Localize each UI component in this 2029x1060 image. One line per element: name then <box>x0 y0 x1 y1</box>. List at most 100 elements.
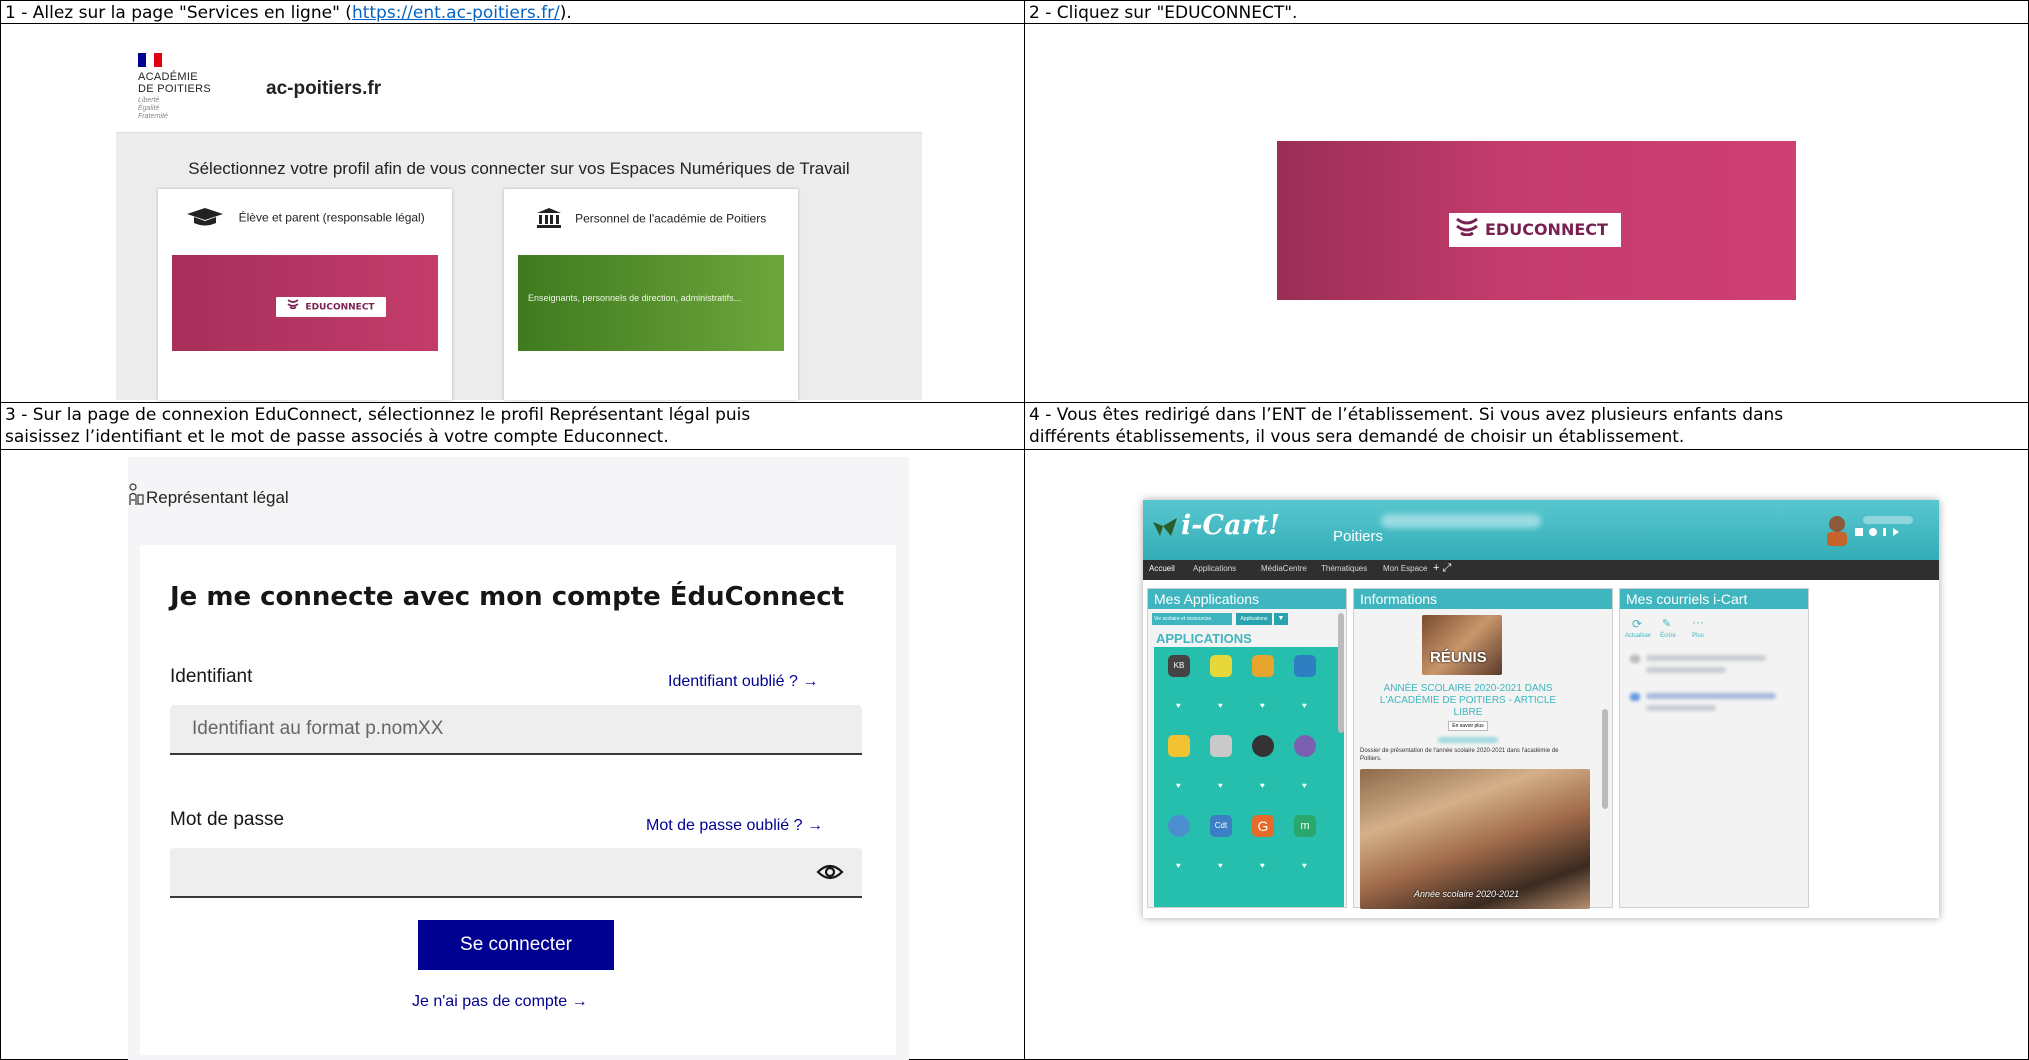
info-article-title[interactable]: ANNÉE SCOLAIRE 2020-2021 DANS L'ACADÉMIE… <box>1368 683 1568 719</box>
step4-line1: 4 - Vous êtes redirigé dans l’ENT de l’é… <box>1029 405 1784 425</box>
favorite-heart-icon[interactable]: ♥ <box>1218 701 1223 710</box>
step1-suffix: ). <box>559 3 572 23</box>
app-tile-5[interactable] <box>1168 735 1190 757</box>
app-tile-g[interactable]: G <box>1252 815 1274 837</box>
step3-header: 3 - Sur la page de connexion EduConnect,… <box>0 402 1025 450</box>
more-label[interactable]: Plus <box>1683 633 1713 639</box>
mail-column-title: Mes courriels i-Cart <box>1620 589 1808 609</box>
staff-card[interactable]: Personnel de l'académie de Poitiers Ense… <box>504 189 798 400</box>
user-avatar[interactable] <box>1823 512 1923 548</box>
more-icon[interactable]: ··· <box>1692 615 1704 629</box>
staff-band[interactable]: Enseignants, personnels de direction, ad… <box>518 255 784 351</box>
identifiant-input[interactable]: Identifiant au format p.nomXX <box>170 705 862 755</box>
apps-column-title: Mes Applications <box>1148 589 1346 609</box>
favorite-heart-icon[interactable]: ♥ <box>1218 781 1223 790</box>
mail-item-1[interactable] <box>1626 651 1802 681</box>
profile-selection-title: Sélectionnez votre profil afin de vous c… <box>188 159 850 178</box>
step2-text: 2 - Cliquez sur "EDUCONNECT". <box>1029 3 1298 23</box>
icart-logo-icon <box>1151 516 1179 540</box>
favorite-heart-icon[interactable]: ♥ <box>1176 701 1181 710</box>
services-en-ligne-link[interactable]: https://ent.ac-poitiers.fr/ <box>352 3 560 23</box>
favorite-heart-icon[interactable]: ♥ <box>1302 701 1307 710</box>
student-parent-card[interactable]: Élève et parent (responsable légal) EDUC… <box>158 189 452 400</box>
refresh-label[interactable]: Actualiser <box>1623 633 1653 639</box>
app-tile-8[interactable] <box>1294 735 1316 757</box>
app-tile-9[interactable] <box>1168 815 1190 837</box>
graduation-cap-icon <box>185 207 225 230</box>
educonnect-logo-icon <box>287 297 299 317</box>
info-scrollbar[interactable] <box>1602 709 1608 809</box>
favorite-heart-icon[interactable]: ♥ <box>1176 861 1181 870</box>
compose-label[interactable]: Écrire <box>1653 633 1683 639</box>
app-tile-m[interactable]: m <box>1294 815 1316 837</box>
ent-nav-bar: Accueil Applications MédiaCentre Thémati… <box>1143 560 1939 580</box>
academy-portal-screenshot: ACADÉMIE DE POITIERS Liberté Égalité Fra… <box>116 45 922 400</box>
icart-logo: i-Cart! <box>1181 510 1280 541</box>
profile-selection-area: Sélectionnez votre profil afin de vous c… <box>116 133 922 400</box>
identifiant-forgot-link[interactable]: Identifiant oublié ? → <box>668 673 818 691</box>
apps-filter-select[interactable]: Vie scolaire et ressources <box>1152 613 1232 625</box>
favorite-heart-icon[interactable]: ♥ <box>1176 781 1181 790</box>
staff-band-text: Enseignants, personnels de direction, ad… <box>528 293 742 303</box>
school-name-blurred <box>1381 514 1541 528</box>
info-date-blurred <box>1438 737 1498 743</box>
refresh-icon[interactable]: ⟳ <box>1632 617 1642 631</box>
student-parent-label: Élève et parent (responsable légal) <box>238 210 425 225</box>
apps-dropdown-icon[interactable]: ▼ <box>1274 613 1288 625</box>
step1-header: 1 - Allez sur la page "Services en ligne… <box>0 0 1025 24</box>
mail-item-2[interactable] <box>1626 689 1802 719</box>
info-overlay-text: RÉUNIS <box>1430 649 1487 666</box>
favorite-heart-icon[interactable]: ♥ <box>1302 781 1307 790</box>
nav-accueil[interactable]: Accueil <box>1149 564 1175 573</box>
favorite-heart-icon[interactable]: ♥ <box>1218 861 1223 870</box>
educonnect-band[interactable]: EDUCONNECT <box>172 255 438 351</box>
app-tile-3[interactable] <box>1252 655 1274 677</box>
applications-grid <box>1154 647 1344 907</box>
nav-mediacentre[interactable]: MédiaCentre <box>1261 564 1307 573</box>
login-submit-button[interactable]: Se connecter <box>418 920 614 970</box>
show-password-eye-icon[interactable] <box>816 860 844 884</box>
apps-scrollbar[interactable] <box>1338 613 1344 733</box>
academy-domain: ac-poitiers.fr <box>266 78 382 99</box>
nav-add-icon[interactable]: + ⤢ <box>1433 562 1451 575</box>
password-forgot-link[interactable]: Mot de passe oublié ? → <box>646 817 823 835</box>
info-photo-caption: Année scolaire 2020-2021 <box>1414 889 1520 899</box>
nav-thematiques[interactable]: Thématiques <box>1321 564 1367 573</box>
identifiant-label: Identifiant <box>170 666 253 687</box>
identifiant-placeholder: Identifiant au format p.nomXX <box>192 718 444 739</box>
favorite-heart-icon[interactable]: ♥ <box>1260 861 1265 870</box>
nav-mon-espace[interactable]: Mon Espace <box>1383 564 1427 573</box>
nav-applications[interactable]: Applications <box>1193 564 1236 573</box>
educonnect-small-button[interactable]: EDUCONNECT <box>276 297 386 317</box>
ent-header: i-Cart! Poitiers <box>1143 500 1939 560</box>
app-tile-6[interactable] <box>1210 735 1232 757</box>
compose-icon[interactable]: ✎ <box>1662 617 1671 630</box>
favorite-heart-icon[interactable]: ♥ <box>1302 861 1307 870</box>
app-tile-cdt[interactable]: Cdt <box>1210 815 1232 837</box>
step3-line1: 3 - Sur la page de connexion EduConnect,… <box>5 405 751 425</box>
staff-label: Personnel de l'académie de Poitiers <box>575 211 767 226</box>
favorite-heart-icon[interactable]: ♥ <box>1260 781 1265 790</box>
apps-filter-button[interactable]: Applications <box>1236 613 1272 625</box>
step3-line2: saisissez l’identifiant et le mot de pas… <box>5 427 669 447</box>
icart-ent-screenshot: i-Cart! Poitiers Accueil Applications Mé… <box>1143 500 1939 918</box>
institution-icon <box>536 207 562 232</box>
app-tile-4[interactable] <box>1294 655 1316 677</box>
password-label: Mot de passe <box>170 809 285 830</box>
educonnect-logo-icon <box>1455 214 1479 248</box>
app-tile-kb[interactable]: KB <box>1168 655 1190 677</box>
apps-column: Mes Applications Vie scolaire et ressour… <box>1147 588 1347 908</box>
step4-header: 4 - Vous êtes redirigé dans l’ENT de l’é… <box>1024 402 2029 450</box>
info-more-button[interactable]: En savoir plus <box>1448 721 1488 731</box>
profile-representant-legal[interactable]: Représentant légal <box>146 488 289 508</box>
app-tile-7[interactable] <box>1252 735 1274 757</box>
republic-motto: Liberté Égalité Fraternité <box>138 97 168 120</box>
app-tile-2[interactable] <box>1210 655 1232 677</box>
info-photo-top <box>1422 615 1502 675</box>
ent-city: Poitiers <box>1333 528 1384 545</box>
password-input[interactable] <box>170 848 862 898</box>
favorite-heart-icon[interactable]: ♥ <box>1260 701 1265 710</box>
no-account-link[interactable]: Je n'ai pas de compte → <box>412 993 588 1011</box>
educonnect-button-label: EDUCONNECT <box>1485 220 1608 239</box>
educonnect-button[interactable]: EDUCONNECT <box>1449 213 1621 247</box>
